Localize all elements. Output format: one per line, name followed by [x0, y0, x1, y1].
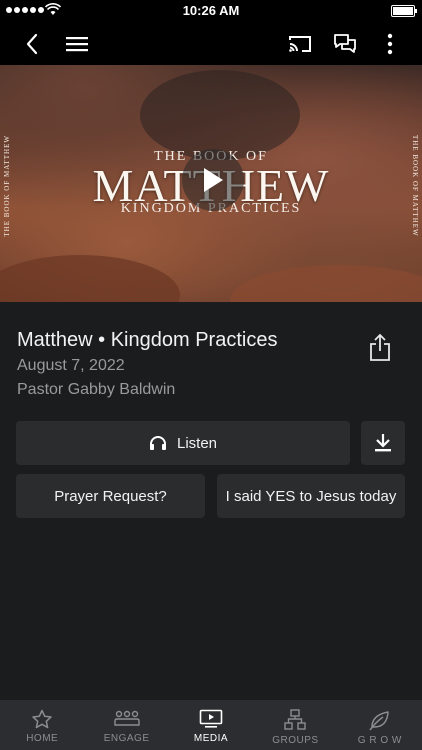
tab-media[interactable]: MEDIA [168, 700, 254, 750]
tab-home[interactable]: HOME [0, 700, 84, 750]
more-button[interactable] [370, 22, 410, 65]
tab-bar: HOME ENGAGE MEDIA GROUPS G R O W [0, 700, 422, 750]
tab-grow-label: G R O W [357, 735, 402, 746]
tab-grow[interactable]: G R O W [338, 700, 422, 750]
chat-icon [334, 33, 356, 53]
listen-button[interactable]: Listen [16, 421, 350, 465]
groups-icon [284, 709, 307, 730]
share-icon [370, 333, 390, 361]
media-date: August 7, 2022 [17, 357, 125, 374]
play-button[interactable] [182, 149, 244, 211]
share-button[interactable] [366, 332, 394, 362]
video-thumbnail[interactable]: THE BOOK OF MATTHEW THE BOOK OF MATTHEW … [0, 65, 422, 302]
video-icon [199, 709, 223, 728]
download-button[interactable] [361, 421, 405, 465]
leaf-icon [369, 711, 389, 731]
battery-icon [391, 5, 417, 17]
media-speaker: Pastor Gabby Baldwin [17, 381, 176, 398]
headphones-icon [149, 436, 166, 450]
media-title: Matthew • Kingdom Practices [17, 329, 278, 351]
prayer-request-label: Prayer Request? [54, 487, 167, 505]
nav-bar [0, 22, 422, 65]
tab-engage[interactable]: ENGAGE [84, 700, 168, 750]
back-button[interactable] [12, 22, 52, 65]
star-icon [32, 709, 52, 729]
tab-groups[interactable]: GROUPS [253, 700, 337, 750]
chevron-left-icon [26, 33, 38, 54]
said-yes-label: I said YES to Jesus today [225, 487, 397, 505]
menu-button[interactable] [57, 22, 97, 65]
chat-button[interactable] [325, 22, 365, 65]
cast-icon [289, 35, 311, 52]
tab-groups-label: GROUPS [272, 735, 319, 746]
listen-label: Listen [176, 434, 218, 452]
more-vertical-icon [387, 33, 393, 54]
tab-engage-label: ENGAGE [103, 733, 150, 744]
status-bar: 10:26 AM [0, 0, 422, 22]
play-icon [204, 168, 223, 192]
cast-button[interactable] [280, 22, 320, 65]
tab-media-label: MEDIA [193, 733, 229, 744]
tab-home-label: HOME [26, 733, 59, 744]
people-icon [113, 710, 140, 726]
media-info: Matthew • Kingdom Practices August 7, 20… [17, 326, 347, 402]
download-icon [375, 434, 391, 452]
prayer-request-button[interactable]: Prayer Request? [16, 474, 205, 518]
hamburger-icon [66, 36, 88, 51]
status-time: 10:26 AM [182, 3, 240, 18]
said-yes-button[interactable]: I said YES to Jesus today [217, 474, 405, 518]
